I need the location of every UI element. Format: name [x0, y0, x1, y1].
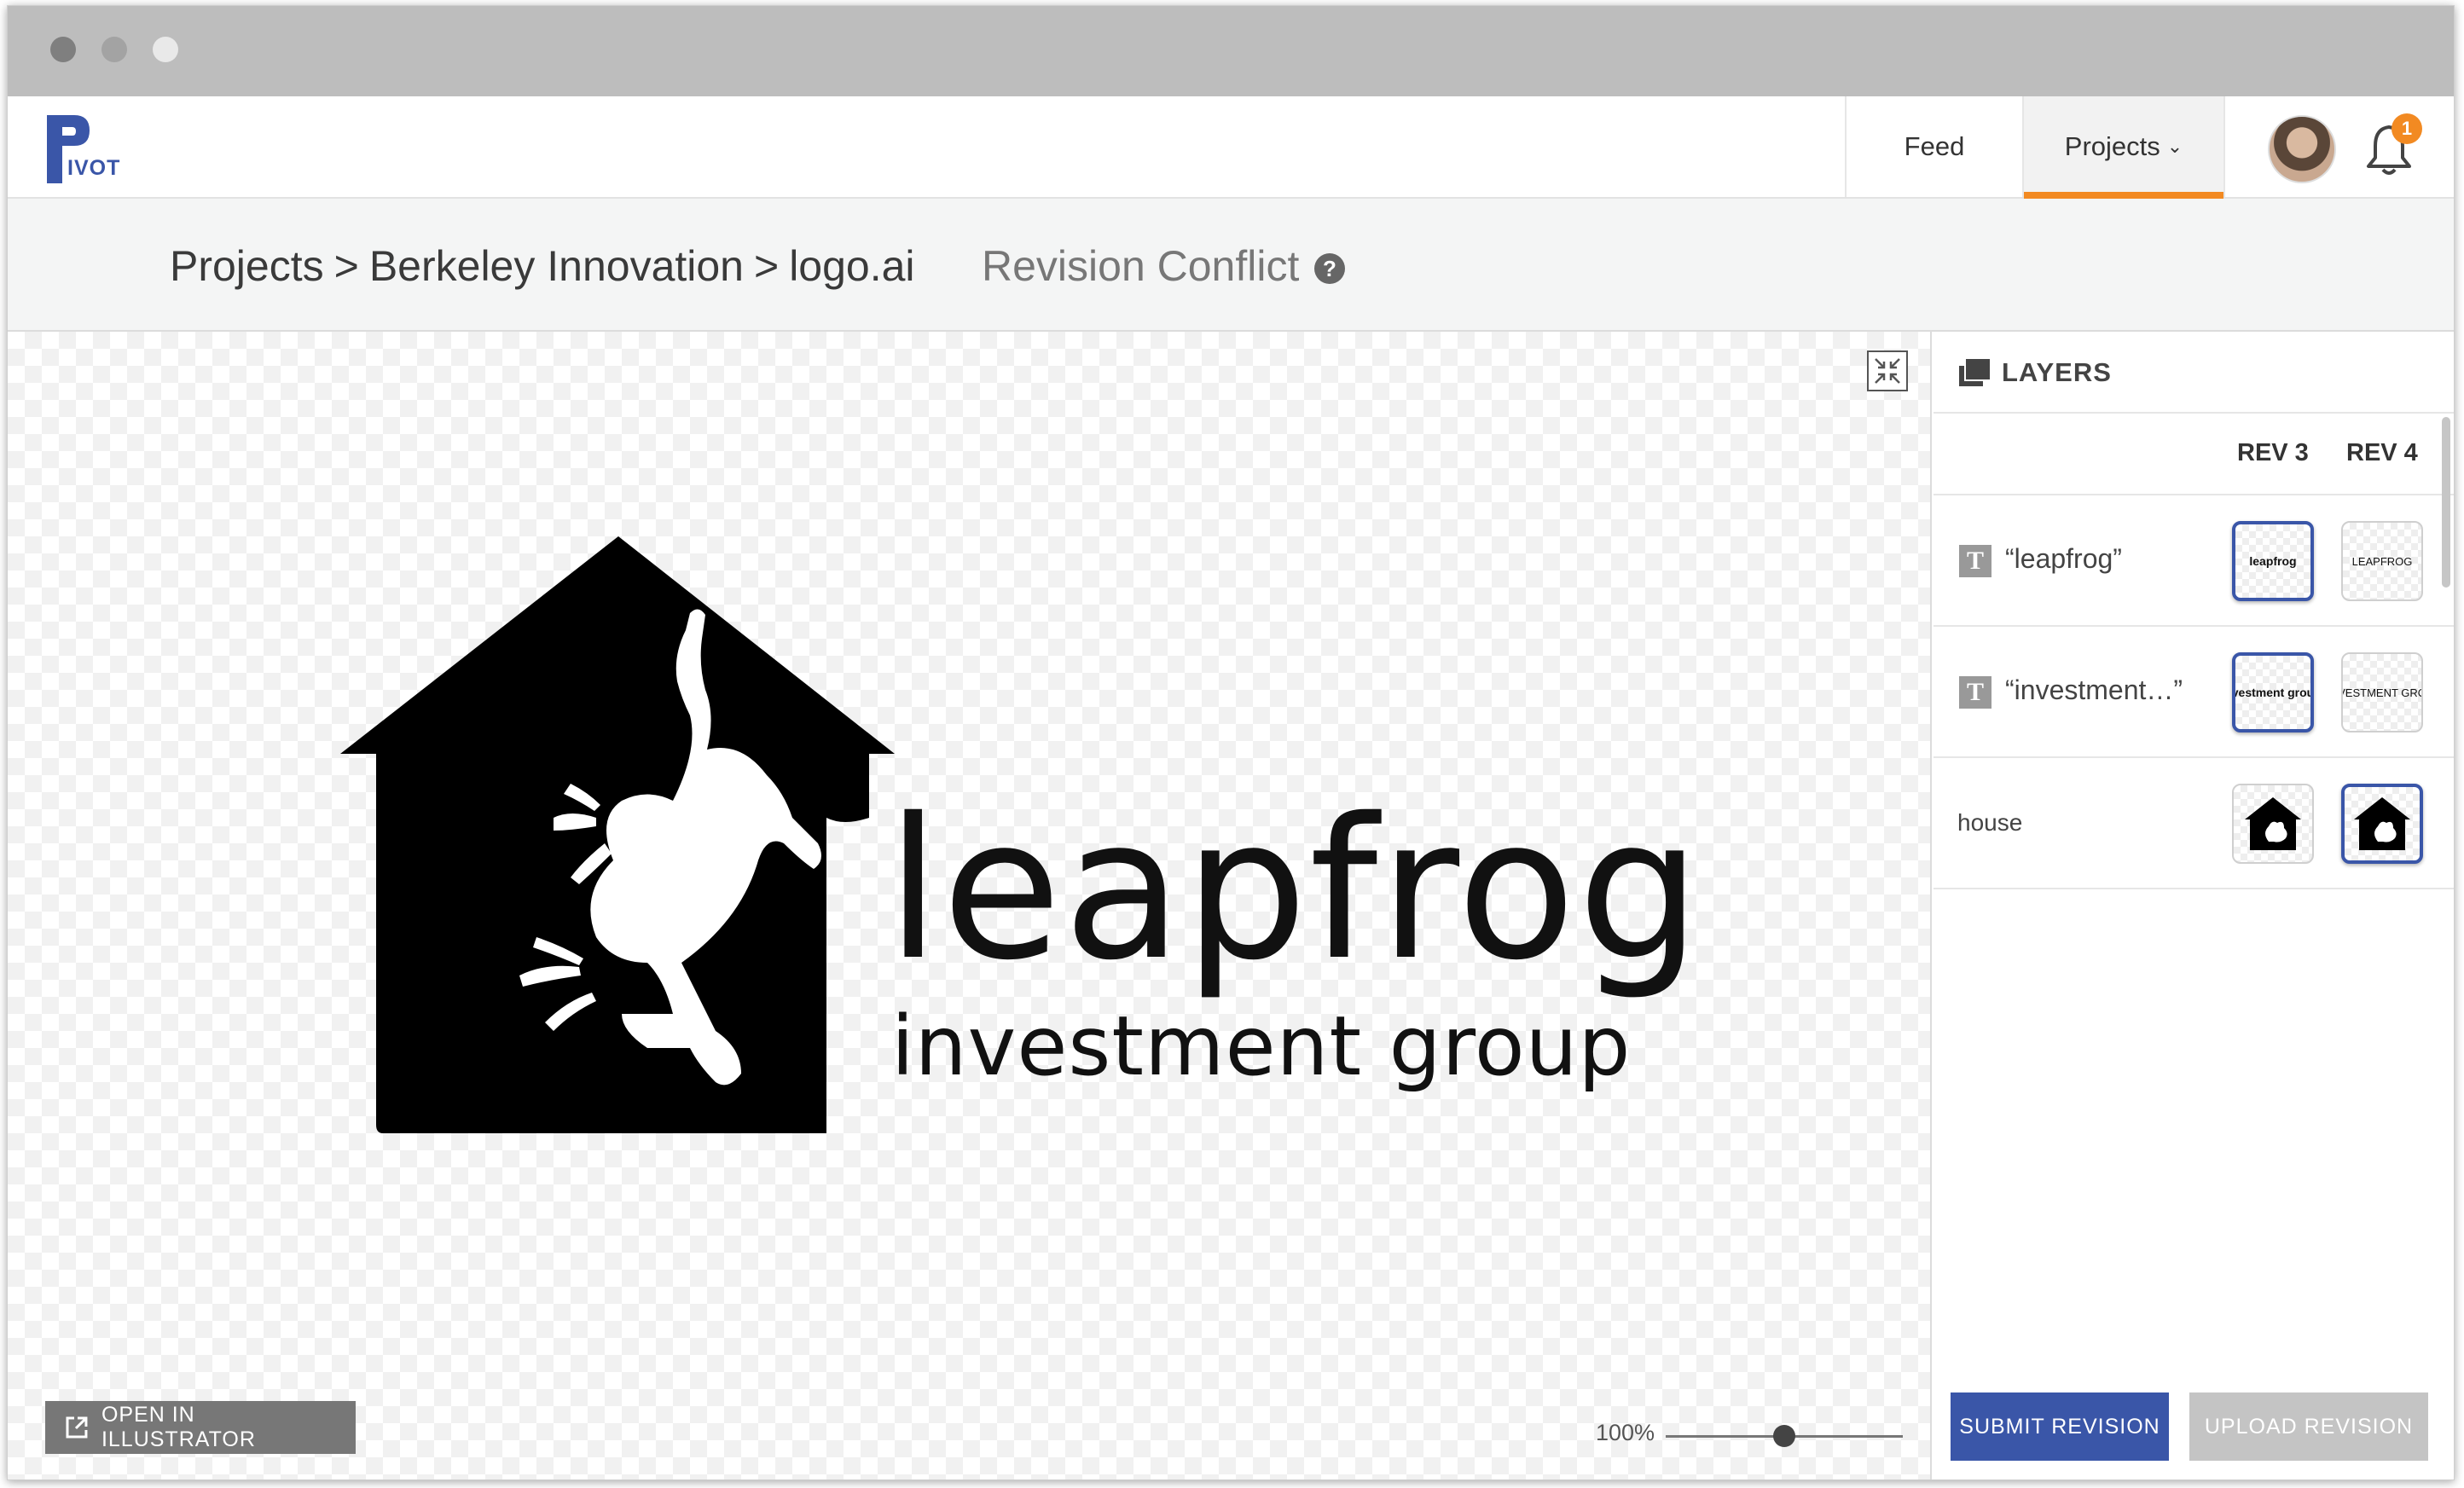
collapse-icon[interactable] [1867, 350, 1908, 391]
chevron-down-icon: ⌄ [2166, 136, 2183, 157]
house-thumbnail-icon [2245, 797, 2301, 850]
window-titlebar [8, 6, 2454, 96]
maximize-window-dot[interactable] [153, 37, 178, 62]
zoom-level-label: 100% [1596, 1420, 1655, 1445]
layers-panel: LAYERS REV 3 REV 4 T “leapfrog” leapfrog… [1934, 332, 2454, 1479]
nav-projects[interactable]: Projects ⌄ [2022, 96, 2225, 199]
open-in-illustrator-button[interactable]: OPEN IN ILLUSTRATOR [45, 1401, 356, 1454]
text-layer-icon: T [1959, 676, 1991, 709]
rev4-header: REV 4 [2346, 439, 2418, 466]
top-navigation: IVOT Feed Projects ⌄ 1 [8, 96, 2454, 199]
zoom-slider-thumb[interactable] [1773, 1425, 1795, 1447]
notification-badge: 1 [2392, 113, 2422, 144]
rev3-thumbnail[interactable]: leapfrog [2232, 521, 2314, 601]
rev4-thumbnail[interactable]: VESTMENT GRO [2341, 652, 2423, 732]
rev3-thumbnail[interactable] [2232, 784, 2314, 864]
external-link-icon [66, 1416, 88, 1439]
rev4-thumbnail[interactable]: LEAPFROG [2341, 521, 2423, 601]
text-layer-icon: T [1959, 545, 1991, 577]
layer-name: “leapfrog” [2005, 543, 2122, 574]
active-tab-indicator [2024, 192, 2223, 199]
artboard-canvas[interactable]: leapfrog investment group OPEN IN ILLUST… [8, 332, 1932, 1479]
logo-tagline: investment group [891, 999, 1632, 1094]
layer-name: house [1957, 809, 2023, 836]
app-window: IVOT Feed Projects ⌄ 1 Projects > Berkeley… [7, 5, 2455, 1480]
rev3-thumbnail[interactable]: vestment grou [2232, 652, 2314, 732]
breadcrumb-separator: > [754, 242, 780, 290]
breadcrumb-project[interactable]: Berkeley Innovation [369, 242, 744, 290]
minimize-window-dot[interactable] [101, 37, 127, 62]
rev4-thumbnail[interactable] [2341, 784, 2423, 864]
logo-wordmark: leapfrog [886, 776, 1703, 1003]
breadcrumb-bar: Projects > Berkeley Innovation > logo.ai Rev… [8, 199, 2454, 332]
nav-feed[interactable]: Feed [1845, 96, 2022, 197]
layers-header: LAYERS [1934, 332, 2454, 414]
layer-name: “investment…” [2005, 675, 2183, 705]
user-avatar[interactable] [2268, 115, 2336, 183]
layers-scrollbar[interactable] [2442, 417, 2450, 588]
thumbnail-text: vestment grou [2232, 686, 2314, 699]
thumbnail-text: VESTMENT GRO [2341, 686, 2423, 699]
close-window-dot[interactable] [50, 37, 76, 62]
logo-text: IVOT [67, 156, 121, 180]
submit-revision-button[interactable]: SUBMIT REVISION [1951, 1392, 2169, 1461]
layer-row-leapfrog: T “leapfrog” leapfrog LEAPFROG [1934, 495, 2454, 627]
layers-title: LAYERS [2002, 357, 2112, 387]
layer-row-house: house [1934, 758, 2454, 889]
rev3-header: REV 3 [2237, 439, 2309, 466]
thumbnail-text: LEAPFROG [2351, 554, 2413, 568]
pivot-logo[interactable]: IVOT [45, 115, 139, 183]
breadcrumb-projects[interactable]: Projects [170, 242, 324, 290]
house-thumbnail-icon [2354, 797, 2410, 850]
open-in-illustrator-label: OPEN IN ILLUSTRATOR [101, 1403, 256, 1451]
nav-feed-label: Feed [1904, 131, 1965, 161]
nav-projects-label: Projects [2064, 131, 2160, 161]
thumbnail-text: leapfrog [2249, 554, 2297, 568]
layers-icon [1959, 359, 1990, 386]
breadcrumb-separator: > [333, 242, 359, 290]
revision-headers: REV 3 REV 4 [1934, 414, 2454, 495]
upload-revision-button[interactable]: UPLOAD REVISION [2189, 1392, 2428, 1461]
layer-row-investment: T “investment…” vestment grou VESTMENT G… [1934, 627, 2454, 758]
help-icon[interactable]: ? [1314, 253, 1345, 284]
breadcrumb-file[interactable]: logo.ai [789, 242, 914, 290]
breadcrumb: Projects > Berkeley Innovation > logo.ai [170, 241, 915, 291]
revision-conflict-label: Revision Conflict [982, 242, 1300, 290]
